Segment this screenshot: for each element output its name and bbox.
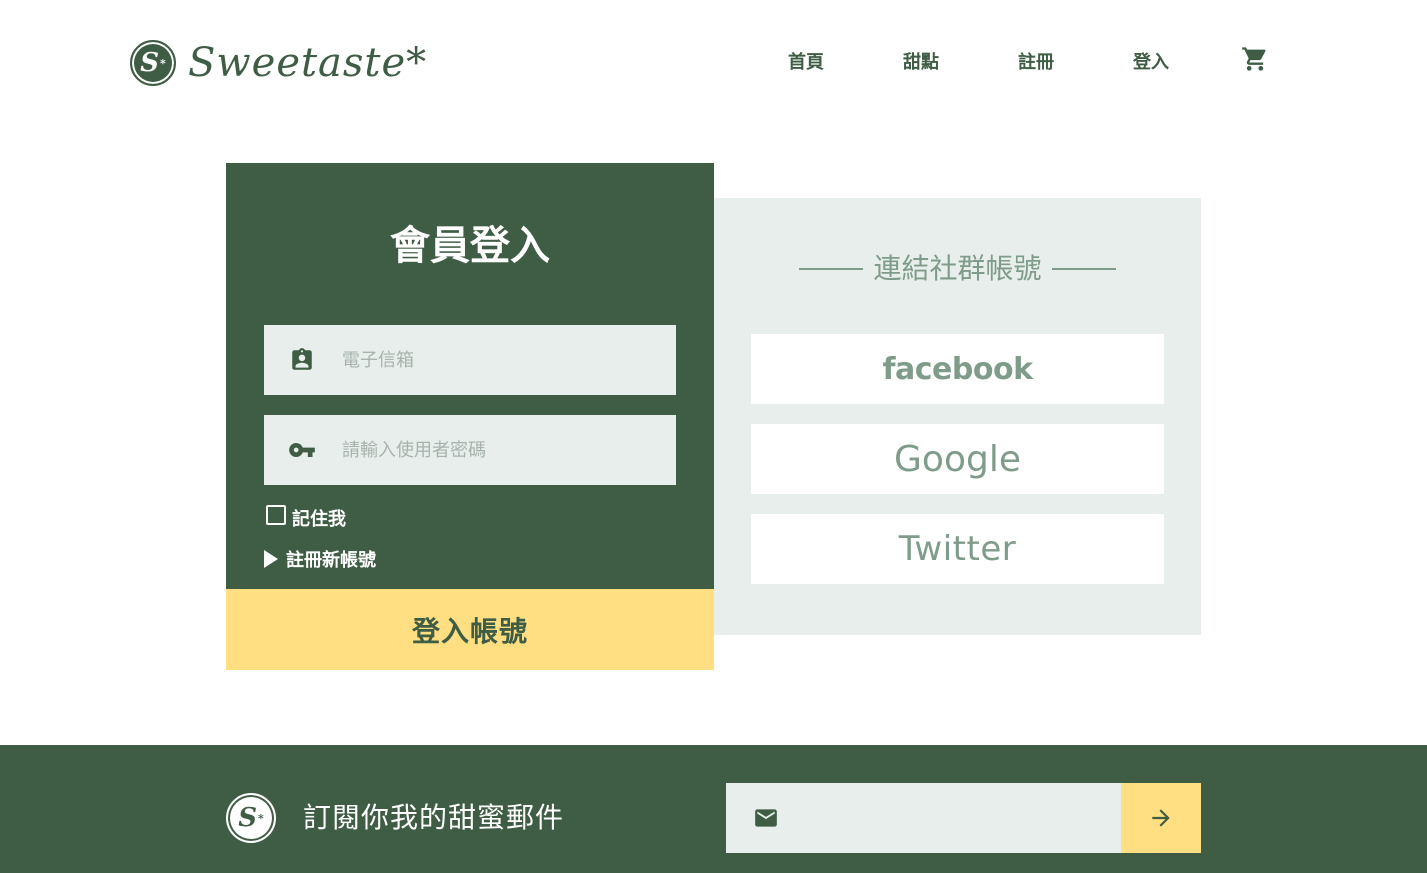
- nav-item-home[interactable]: 首頁: [788, 50, 824, 76]
- password-input[interactable]: [340, 429, 664, 471]
- login-title: 會員登入: [390, 223, 550, 269]
- email-input[interactable]: [340, 339, 664, 381]
- arrow-right-icon: [1152, 809, 1170, 827]
- remember-label: 記住我: [292, 509, 346, 530]
- contact-badge-icon: [288, 346, 316, 374]
- subscribe-text: 訂閱你我的甜蜜郵件: [303, 801, 565, 834]
- footer-logo-star: *: [258, 811, 264, 825]
- email-field-box: [264, 325, 676, 395]
- main-nav: 首頁 甜點 註冊 登入: [0, 50, 1427, 78]
- remember-checkbox[interactable]: [266, 505, 286, 525]
- facebook-login-button[interactable]: facebook: [751, 334, 1164, 404]
- footer: S * 訂閱你我的甜蜜郵件: [0, 745, 1427, 873]
- footer-logo-letter: S: [238, 803, 257, 833]
- nav-item-desserts[interactable]: 甜點: [903, 50, 939, 76]
- shopping-cart-icon[interactable]: [1241, 45, 1269, 73]
- divider-line-right: [1051, 268, 1116, 270]
- triangle-right-icon: [264, 550, 278, 568]
- social-title: 連結社群帳號: [714, 248, 1201, 290]
- password-field-box: [264, 415, 676, 485]
- subscribe-submit-button[interactable]: [1121, 783, 1201, 853]
- social-title-text: 連結社群帳號: [873, 252, 1042, 285]
- register-link[interactable]: 註冊新帳號: [264, 546, 376, 572]
- google-login-button[interactable]: Google: [751, 424, 1164, 494]
- twitter-login-button[interactable]: Twitter: [751, 514, 1164, 584]
- nav-item-login[interactable]: 登入: [1133, 50, 1169, 76]
- divider-line-left: [799, 268, 864, 270]
- register-label: 註冊新帳號: [286, 550, 376, 571]
- remember-me[interactable]: 記住我: [266, 505, 346, 531]
- subscribe-field-box: [726, 783, 1121, 853]
- key-icon: [288, 436, 316, 464]
- nav-item-register[interactable]: 註冊: [1018, 50, 1054, 76]
- subscribe-email-input[interactable]: [796, 797, 1120, 839]
- login-panel: 會員登入 記住我 註冊新帳號 登入帳號: [226, 163, 714, 670]
- social-panel: 連結社群帳號 facebook Google Twitter: [714, 198, 1201, 635]
- login-button[interactable]: 登入帳號: [226, 589, 714, 670]
- footer-logo-icon: S *: [226, 793, 276, 843]
- mail-icon: [752, 804, 780, 832]
